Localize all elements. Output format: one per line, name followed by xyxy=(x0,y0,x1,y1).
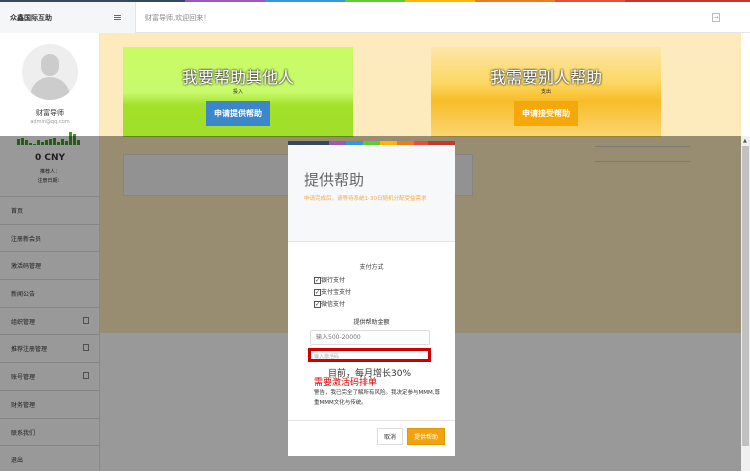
apply-get-help-button[interactable]: 申请接受帮助 xyxy=(514,101,578,126)
avatar xyxy=(22,44,78,100)
need-code-text: 需要激活码排单 xyxy=(314,378,378,388)
activation-code-input[interactable]: 输入激活码 xyxy=(308,348,431,362)
give-help-sub: 投入 xyxy=(232,89,243,95)
amount-label: 提供帮助金额 xyxy=(353,319,390,326)
get-help-sub: 支出 xyxy=(540,89,551,95)
modal-notice: 申请完成后，请等待系统1-30日随机分配受益需求 xyxy=(304,196,427,202)
scrollbar[interactable]: ▲ xyxy=(741,136,750,471)
app-logo[interactable]: 众鑫国际互助 xyxy=(0,2,100,33)
payment-method-label: 支付方式 xyxy=(359,264,384,271)
top-header: ≡ 财富导师,欢迎回来！ → xyxy=(100,2,750,33)
alipay-checkbox[interactable]: ✓支付宝支付 xyxy=(314,287,351,296)
give-help-card: 我要帮助其他人 投入 申请提供帮助 xyxy=(123,47,353,137)
logout-icon[interactable]: → xyxy=(712,13,720,22)
modal-title: 提供帮助 xyxy=(304,171,365,189)
cancel-button[interactable]: 取消 xyxy=(377,428,403,445)
user-email: admin@qq.com xyxy=(30,119,70,125)
amount-input[interactable] xyxy=(310,330,430,345)
get-help-title: 我需要别人帮助 xyxy=(489,68,602,87)
welcome-text: 财富导师,欢迎回来！ xyxy=(145,14,211,22)
menu-toggle-icon[interactable]: ≡ xyxy=(100,2,136,33)
bank-pay-checkbox[interactable]: ✓银行支付 xyxy=(314,275,345,284)
provide-help-modal: 提供帮助 申请完成后，请等待系统1-30日随机分配受益需求 支付方式 ✓银行支付… xyxy=(288,141,455,456)
wechat-pay-checkbox[interactable]: ✓微信支付 xyxy=(314,299,345,308)
give-help-title: 我要帮助其他人 xyxy=(181,68,294,87)
provide-help-submit-button[interactable]: 提供帮助 xyxy=(407,428,445,445)
apply-give-help-button[interactable]: 申请提供帮助 xyxy=(206,101,270,126)
get-help-card: 我需要别人帮助 支出 申请接受帮助 xyxy=(431,47,661,137)
modal-color-stripe xyxy=(288,141,455,145)
user-name: 财富导师 xyxy=(36,109,64,117)
warning-text: 警告，我已完全了解所有风险。我决定参与MMM,尊重MMM文化与传统。 xyxy=(314,390,440,406)
